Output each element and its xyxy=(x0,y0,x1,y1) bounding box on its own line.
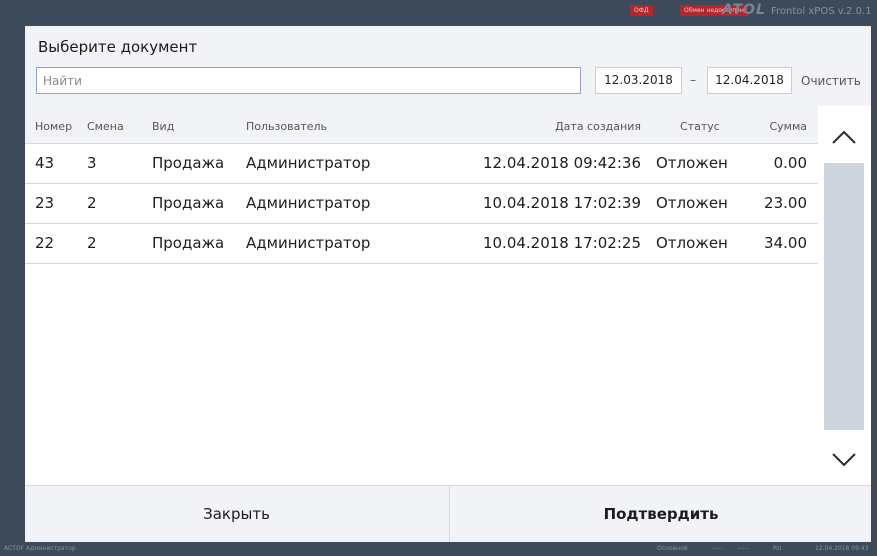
cell-sum: 34.00 xyxy=(764,234,807,252)
cell-user: Администратор xyxy=(246,194,371,212)
cell-number: 22 xyxy=(35,234,55,252)
scrollbar-track[interactable] xyxy=(824,163,864,430)
column-header-created: Дата создания xyxy=(555,120,641,133)
cell-user: Администратор xyxy=(246,154,371,172)
cell-type: Продажа xyxy=(152,194,225,212)
atol-logo: ATOL xyxy=(722,2,766,18)
documents-table: Номер Смена Вид Пользователь Дата создан… xyxy=(25,106,818,264)
cell-created: 10.04.2018 17:02:39 xyxy=(482,194,641,212)
status-datetime: 12.04.2018 09:43 xyxy=(815,545,869,552)
dialog-title: Выберите документ xyxy=(38,38,198,56)
status-mode: Основной xyxy=(657,545,688,552)
table-row[interactable]: 22 2 Продажа Администратор 10.04.2018 17… xyxy=(25,224,818,264)
ofd-status-badge: ОФД xyxy=(630,5,653,16)
cell-shift: 3 xyxy=(87,154,97,172)
clear-button[interactable]: Очистить xyxy=(801,74,861,88)
cell-created: 10.04.2018 17:02:25 xyxy=(482,234,641,252)
bottom-status-bar: ACTOF Администратор Основной --:-- --:--… xyxy=(0,541,877,556)
cell-shift: 2 xyxy=(87,234,97,252)
column-header-type: Вид xyxy=(152,120,175,133)
cell-status: Отложен xyxy=(656,154,728,172)
status-language: RU xyxy=(773,545,782,552)
cell-created: 12.04.2018 09:42:36 xyxy=(482,154,641,172)
cell-shift: 2 xyxy=(87,194,97,212)
status-time-2: --:-- xyxy=(738,545,749,552)
cell-type: Продажа xyxy=(152,234,225,252)
date-range-separator: – xyxy=(690,73,696,87)
cell-sum: 0.00 xyxy=(773,154,807,172)
app-version: Frontol xPOS v.2.0.1 xyxy=(771,6,872,17)
confirm-button[interactable]: Подтвердить xyxy=(449,486,872,542)
dialog-footer: Закрыть Подтвердить xyxy=(25,485,871,542)
cell-status: Отложен xyxy=(656,234,728,252)
column-header-user: Пользователь xyxy=(246,120,328,133)
column-header-sum: Сумма xyxy=(769,120,807,133)
column-header-number: Номер xyxy=(35,120,73,133)
status-user: ACTOF Администратор xyxy=(4,545,76,552)
cell-number: 23 xyxy=(35,194,55,212)
table-header: Номер Смена Вид Пользователь Дата создан… xyxy=(25,106,818,144)
scroll-down-button[interactable] xyxy=(821,433,867,483)
cell-sum: 23.00 xyxy=(764,194,807,212)
cell-user: Администратор xyxy=(246,234,371,252)
column-header-status: Статус xyxy=(680,120,720,133)
top-status-bar: ОФД Обмен недоступен ATOL Frontol xPOS v… xyxy=(0,0,877,24)
dialog-header: Выберите документ 12.03.2018 – 12.04.201… xyxy=(25,26,871,106)
date-to-field[interactable]: 12.04.2018 xyxy=(707,67,792,94)
select-document-dialog: Выберите документ 12.03.2018 – 12.04.201… xyxy=(25,26,871,542)
date-from-field[interactable]: 12.03.2018 xyxy=(595,67,682,94)
scroll-up-button[interactable] xyxy=(821,114,867,160)
cell-number: 43 xyxy=(35,154,55,172)
chevron-up-icon xyxy=(832,130,856,144)
close-button[interactable]: Закрыть xyxy=(25,486,448,542)
cell-type: Продажа xyxy=(152,154,225,172)
table-row[interactable]: 23 2 Продажа Администратор 10.04.2018 17… xyxy=(25,184,818,224)
chevron-down-icon xyxy=(832,453,856,467)
column-header-shift: Смена xyxy=(87,120,124,133)
cell-status: Отложен xyxy=(656,194,728,212)
search-input[interactable] xyxy=(36,67,581,94)
status-time-1: --:-- xyxy=(712,545,723,552)
table-row[interactable]: 43 3 Продажа Администратор 12.04.2018 09… xyxy=(25,144,818,184)
